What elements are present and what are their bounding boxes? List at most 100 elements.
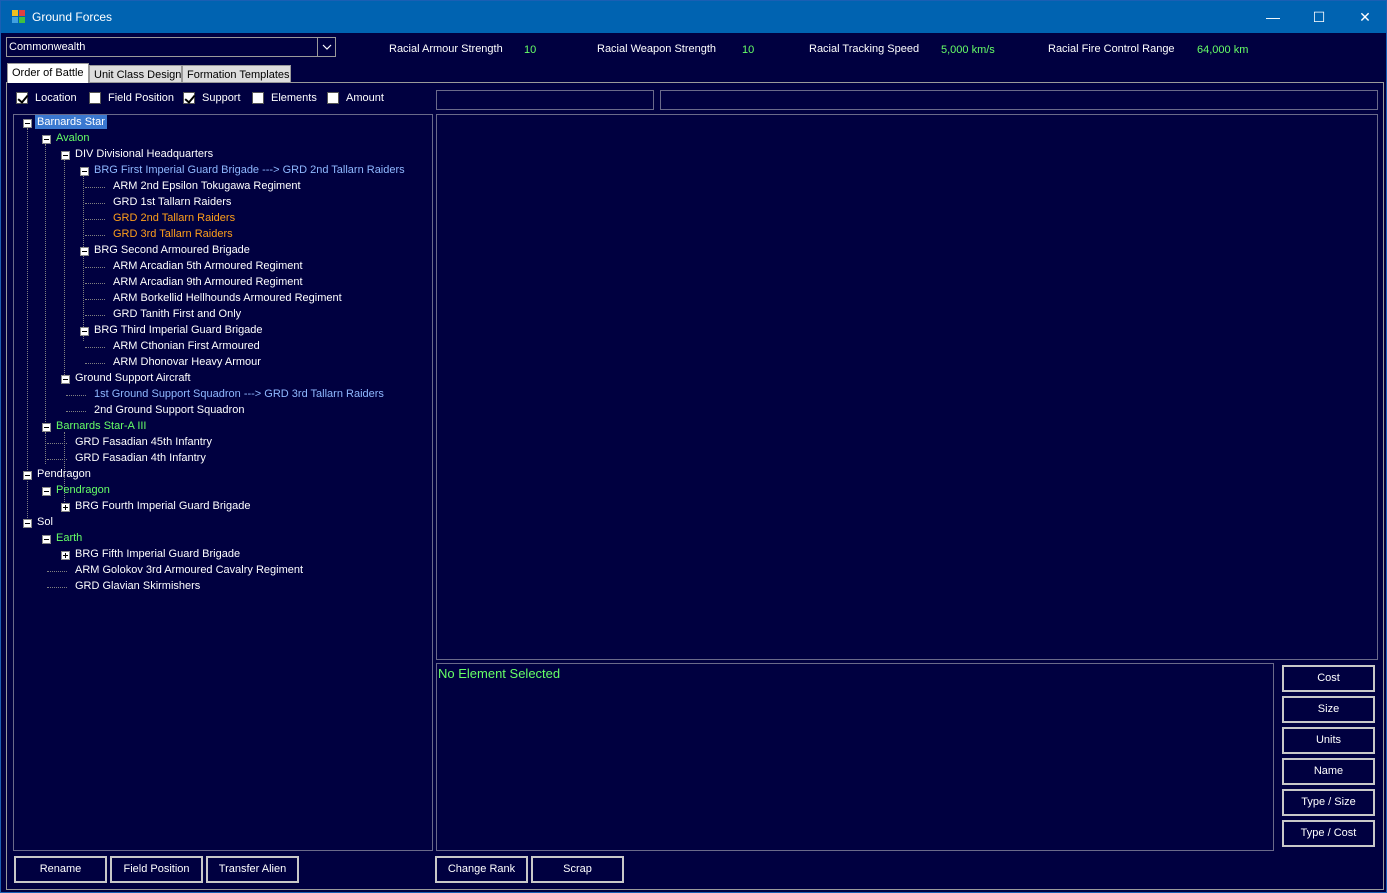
tree-connector xyxy=(47,571,67,572)
sort-type-size-button[interactable]: Type / Size xyxy=(1282,789,1375,816)
checkbox-box[interactable] xyxy=(327,92,339,104)
tree-node[interactable]: GRD 3rd Tallarn Raiders xyxy=(14,227,424,243)
tree-collapse-icon[interactable] xyxy=(23,119,32,128)
title-bar[interactable]: Ground Forces — ☐ ✕ xyxy=(1,1,1386,33)
tree-node[interactable]: GRD Fasadian 45th Infantry xyxy=(14,435,424,451)
tree-collapse-icon[interactable] xyxy=(42,487,51,496)
sort-name-button[interactable]: Name xyxy=(1282,758,1375,785)
order-of-battle-tree[interactable]: Barnards Star Avalon DIV Divisional Headqu… xyxy=(13,114,433,851)
name-textbox[interactable] xyxy=(436,90,654,110)
tree-node[interactable]: BRG First Imperial Guard Brigade ---> GR… xyxy=(14,163,424,179)
tree-node-label: GRD Fasadian 45th Infantry xyxy=(75,436,212,448)
tab-unit-class-design[interactable]: Unit Class Design xyxy=(89,65,182,83)
tree-connector xyxy=(85,203,105,204)
sort-units-button[interactable]: Units xyxy=(1282,727,1375,754)
race-select-value: Commonwealth xyxy=(9,41,86,53)
tree-node[interactable]: 1st Ground Support Squadron ---> GRD 3rd… xyxy=(14,387,424,403)
tree-node[interactable]: DIV Divisional Headquarters xyxy=(14,147,424,163)
tree-node-label: GRD 3rd Tallarn Raiders xyxy=(113,228,233,240)
tree-node-label: 1st Ground Support Squadron ---> GRD 3rd… xyxy=(94,388,384,400)
tree-node-label: ARM Arcadian 5th Armoured Regiment xyxy=(113,260,303,272)
tree-node[interactable]: GRD Glavian Skirmishers xyxy=(14,579,424,595)
sort-size-button[interactable]: Size xyxy=(1282,696,1375,723)
tree-node[interactable]: BRG Second Armoured Brigade xyxy=(14,243,424,259)
tree-node[interactable]: Ground Support Aircraft xyxy=(14,371,424,387)
close-button[interactable]: ✕ xyxy=(1342,1,1387,33)
tree-node-label: ARM Dhonovar Heavy Armour xyxy=(113,356,261,368)
tree-node[interactable]: Pendragon xyxy=(14,483,424,499)
tree-collapse-icon[interactable] xyxy=(80,247,89,256)
tree-connector xyxy=(85,267,105,268)
tree-node-label: BRG Fifth Imperial Guard Brigade xyxy=(75,548,241,560)
sort-cost-button[interactable]: Cost xyxy=(1282,665,1375,692)
tree-expand-icon[interactable] xyxy=(61,503,70,512)
tree-node[interactable]: GRD Tanith First and Only xyxy=(14,307,424,323)
tree-node[interactable]: 2nd Ground Support Squadron xyxy=(14,403,424,419)
checkbox-box[interactable] xyxy=(16,92,28,104)
tree-node[interactable]: Barnards Star-A III xyxy=(14,419,424,435)
tree-collapse-icon[interactable] xyxy=(42,535,51,544)
element-list-panel[interactable] xyxy=(436,114,1378,660)
tree-node-label: Pendragon xyxy=(56,484,110,496)
tree-collapse-icon[interactable] xyxy=(61,375,70,384)
no-element-selected-text: No Element Selected xyxy=(438,666,561,681)
tree-collapse-icon[interactable] xyxy=(80,327,89,336)
tree-node[interactable]: Earth xyxy=(14,531,424,547)
weapon-strength-label: Racial Weapon Strength xyxy=(597,43,717,55)
minimize-button[interactable]: — xyxy=(1250,1,1296,33)
tree-collapse-icon[interactable] xyxy=(23,519,32,528)
tree-collapse-icon[interactable] xyxy=(61,151,70,160)
chevron-down-icon[interactable] xyxy=(317,38,335,56)
tree-node[interactable]: BRG Fifth Imperial Guard Brigade xyxy=(14,547,424,563)
tree-node[interactable]: ARM Cthonian First Armoured xyxy=(14,339,424,355)
tree-collapse-icon[interactable] xyxy=(23,471,32,480)
tree-node-label: GRD Fasadian 4th Infantry xyxy=(75,452,206,464)
tree-collapse-icon[interactable] xyxy=(42,423,51,432)
tree-node[interactable]: ARM Dhonovar Heavy Armour xyxy=(14,355,424,371)
tree-node-label: Earth xyxy=(56,532,83,544)
tree-node[interactable]: ARM Golokov 3rd Armoured Cavalry Regimen… xyxy=(14,563,424,579)
tree-node-label: GRD Tanith First and Only xyxy=(113,308,242,320)
tab-formation-templates[interactable]: Formation Templates xyxy=(182,65,291,83)
tree-node[interactable]: Sol xyxy=(14,515,424,531)
sort-type-cost-button[interactable]: Type / Cost xyxy=(1282,820,1375,847)
tree-node[interactable]: ARM Arcadian 9th Armoured Regiment xyxy=(14,275,424,291)
scrap-button[interactable]: Scrap xyxy=(531,856,624,883)
tree-connector xyxy=(85,235,105,236)
tree-node[interactable]: GRD Fasadian 4th Infantry xyxy=(14,451,424,467)
tree-node[interactable]: ARM 2nd Epsilon Tokugawa Regiment xyxy=(14,179,424,195)
tree-connector xyxy=(66,395,86,396)
fire-control-range-label: Racial Fire Control Range xyxy=(1048,43,1175,55)
amount-checkbox-label: Amount xyxy=(346,92,384,104)
tree-connector xyxy=(85,347,105,348)
tree-node[interactable]: ARM Borkellid Hellhounds Armoured Regime… xyxy=(14,291,424,307)
tree-collapse-icon[interactable] xyxy=(80,167,89,176)
tree-node[interactable]: Barnards Star xyxy=(14,115,424,131)
tree-node-label: GRD 2nd Tallarn Raiders xyxy=(113,212,236,224)
change-rank-button[interactable]: Change Rank xyxy=(435,856,528,883)
tree-expand-icon[interactable] xyxy=(61,551,70,560)
location-checkbox-label: Location xyxy=(35,92,77,104)
checkbox-box[interactable] xyxy=(183,92,195,104)
tree-node[interactable]: Avalon xyxy=(14,131,424,147)
transfer-alien-button[interactable]: Transfer Alien xyxy=(206,856,299,883)
tree-node[interactable]: GRD 1st Tallarn Raiders xyxy=(14,195,424,211)
description-textbox[interactable] xyxy=(660,90,1378,110)
tree-node[interactable]: Pendragon xyxy=(14,467,424,483)
tree-node-label: DIV Divisional Headquarters xyxy=(75,148,214,160)
tree-node[interactable]: GRD 2nd Tallarn Raiders xyxy=(14,211,424,227)
fire-control-range-value: 64,000 km xyxy=(1197,44,1249,56)
maximize-button[interactable]: ☐ xyxy=(1296,1,1342,33)
tree-node[interactable]: ARM Arcadian 5th Armoured Regiment xyxy=(14,259,424,275)
rename-button[interactable]: Rename xyxy=(14,856,107,883)
tree-node-label: 2nd Ground Support Squadron xyxy=(94,404,245,416)
race-select[interactable]: Commonwealth xyxy=(6,37,336,57)
checkbox-box[interactable] xyxy=(89,92,101,104)
tree-collapse-icon[interactable] xyxy=(42,135,51,144)
checkbox-box[interactable] xyxy=(252,92,264,104)
tree-connector xyxy=(85,283,105,284)
tree-node[interactable]: BRG Third Imperial Guard Brigade xyxy=(14,323,424,339)
field-position-button[interactable]: Field Position xyxy=(110,856,203,883)
tab-order-of-battle[interactable]: Order of Battle xyxy=(7,63,89,83)
tree-node[interactable]: BRG Fourth Imperial Guard Brigade xyxy=(14,499,424,515)
